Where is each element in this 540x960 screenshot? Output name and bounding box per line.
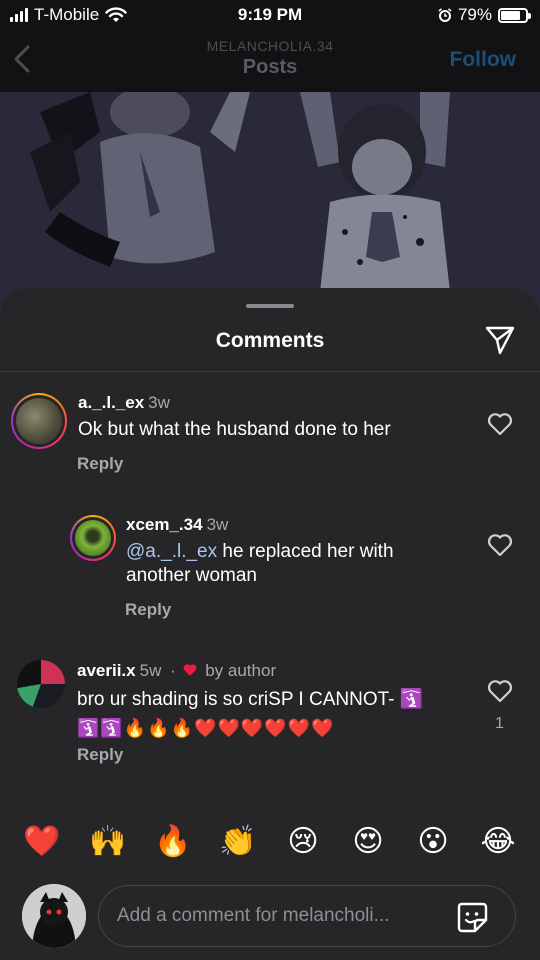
alarm-icon [438,8,452,22]
status-right: 79% [438,5,531,25]
avatar[interactable] [11,393,67,449]
comment-username[interactable]: a._.l._ex [78,393,144,412]
emoji-quick-bar: ❤️ 🙌 🔥 👏 😢 😍 😮 😂 [0,820,540,864]
sticker-icon[interactable] [455,900,489,934]
comment-username[interactable]: xcem_.34 [126,515,203,534]
meta-separator: · [170,661,176,680]
emoji-fire-button[interactable]: 🔥 [151,820,195,864]
emoji-laughing-button[interactable]: 😂 [476,820,520,864]
battery-icon [498,7,531,23]
comment-item: averii.x 5w · by author bro ur shading is… [0,652,540,772]
post-image[interactable] [0,92,540,312]
comment-time: 5w [139,661,162,680]
avatar[interactable] [17,660,65,708]
comment-text: Ok but what the husband done to her [78,419,391,440]
comment-input[interactable]: Add a comment for melancholi... [98,885,516,947]
reply-button[interactable]: Reply [77,454,123,474]
emoji-raised-hands-button[interactable]: 🙌 [86,820,130,864]
emoji-crying-button[interactable]: 😢 [281,820,325,864]
post-header: MELANCHOLIA.34 Posts Follow [0,32,540,92]
like-heart-icon[interactable] [487,679,513,703]
like-count: 1 [495,715,504,732]
reply-button[interactable]: Reply [77,745,123,765]
avatar-artwork [22,884,86,948]
share-icon[interactable] [484,324,516,356]
comment-text: bro ur shading is so criSP I CANNOT- 🛐 🛐🛐… [77,689,424,738]
status-bar: T-Mobile 9:19 PM 79% [0,0,540,32]
avatar[interactable] [70,515,116,561]
reply-comment-item: xcem_.34 3w @a._.l._ex he replaced her wi… [0,505,540,625]
comment-time: 3w [148,393,170,412]
emoji-heart-button[interactable]: ❤️ [20,820,64,864]
emoji-surprised-button[interactable]: 😮 [411,820,455,864]
comment-time: 3w [206,515,229,534]
comment-text: @a._.l._ex he replaced her with another w… [126,541,394,586]
comment-item: a._.l._ex 3w Ok but what the husband done… [0,380,540,480]
follow-button[interactable]: Follow [450,48,517,72]
sheet-grabber[interactable] [246,304,294,308]
emoji-heart-eyes-button[interactable]: 😍 [346,820,390,864]
reply-button[interactable]: Reply [125,600,171,620]
comment-username[interactable]: averii.x [77,661,136,680]
composer-avatar [22,884,86,948]
author-tag: by author [205,661,277,680]
sheet-title: Comments [215,329,325,352]
mention-link[interactable]: @a._.l._ex [126,541,217,562]
comment-input-placeholder: Add a comment for melancholi... [117,905,390,926]
author-heart-icon [184,664,197,676]
emoji-clap-button[interactable]: 👏 [216,820,260,864]
divider [0,371,540,372]
post-artwork [0,92,540,312]
battery-percent: 79% [457,5,492,24]
like-heart-icon[interactable] [487,412,513,436]
like-heart-icon[interactable] [487,533,513,557]
